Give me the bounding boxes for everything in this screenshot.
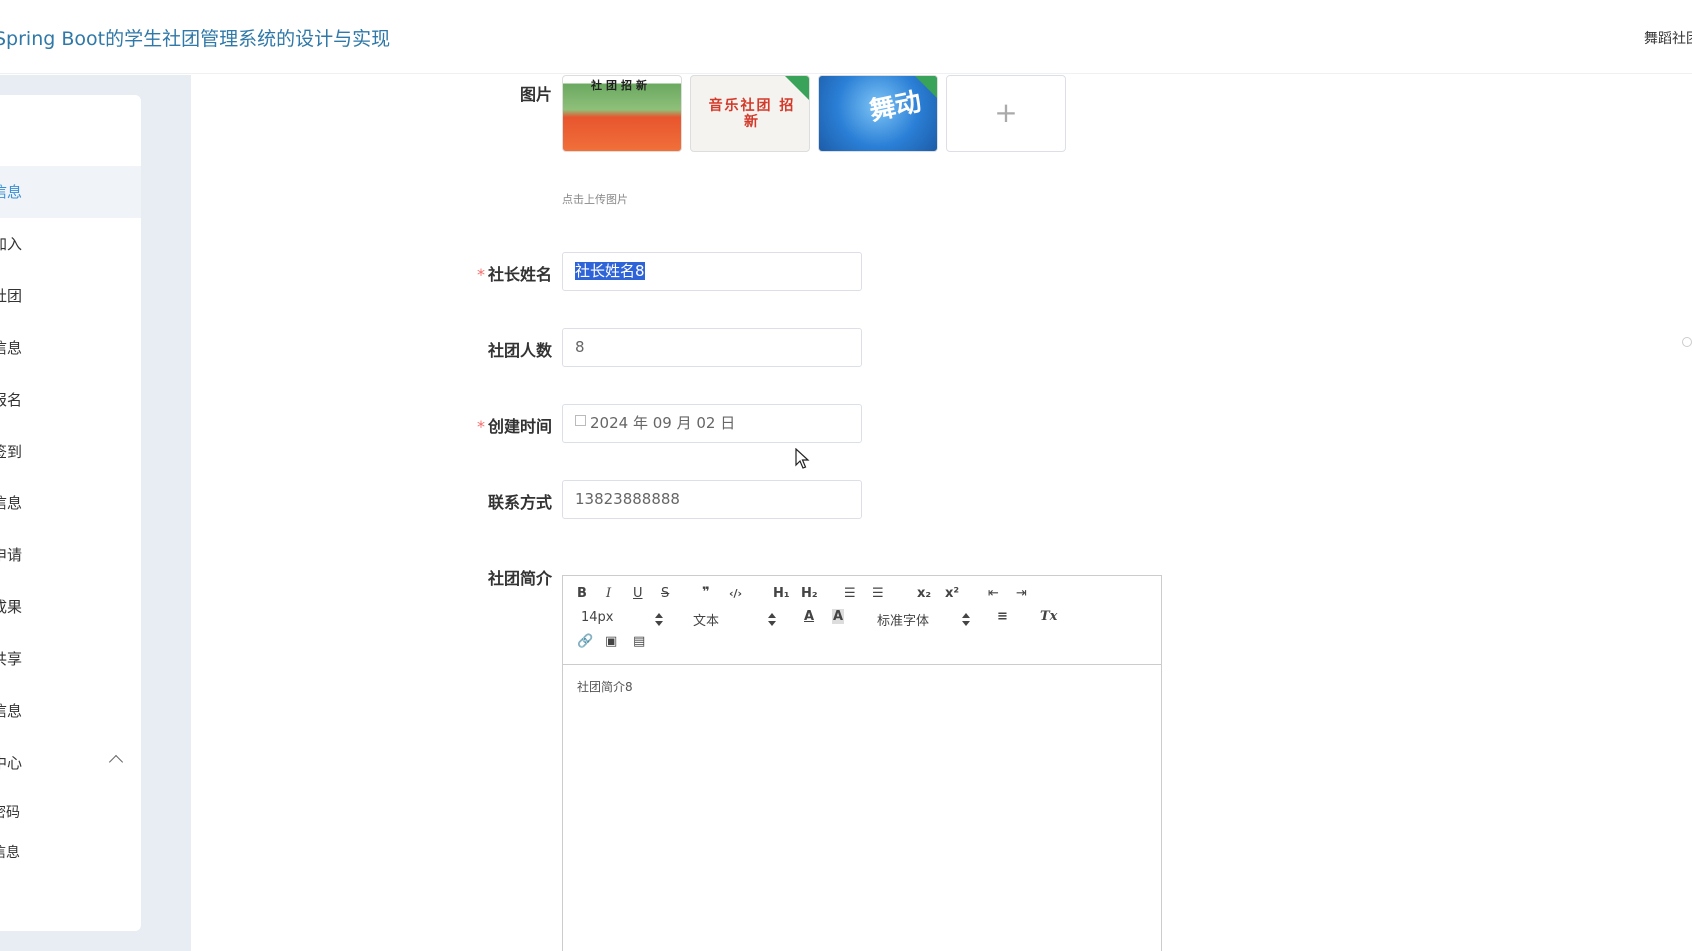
editor-toolbar: B I U S ❞ ‹/› H₁ H₂ ☰ ☰ x₂ x² ⇤ ⇥ 14px 文… bbox=[563, 576, 1161, 665]
mouse-cursor-icon bbox=[795, 448, 810, 469]
image-corner-badge bbox=[785, 76, 809, 100]
editor-content[interactable]: 社团简介8 bbox=[577, 678, 633, 695]
font-size-arrows-icon bbox=[655, 613, 663, 627]
text-color-button[interactable]: A bbox=[804, 609, 814, 624]
contact-input[interactable]: 13823888888 bbox=[562, 480, 862, 519]
clean-format-button[interactable]: Tx bbox=[1040, 609, 1057, 624]
created-date-picker[interactable]: 2024 年 09 月 02 日 bbox=[562, 404, 862, 443]
italic-button[interactable]: I bbox=[606, 586, 611, 601]
sidebar-item-signup[interactable]: 报名 bbox=[0, 374, 141, 426]
sidebar-subitem-profile[interactable]: 信息 bbox=[0, 827, 141, 879]
scroll-indicator-icon bbox=[1682, 337, 1692, 347]
sidebar-item-club[interactable]: 社团 bbox=[0, 270, 141, 322]
sidebar-item-share[interactable]: 共享 bbox=[0, 633, 141, 685]
app-title: Spring Boot的学生社团管理系统的设计与实现 bbox=[0, 28, 391, 50]
leader-name-label: * 社长姓名 bbox=[382, 261, 552, 285]
header2-button[interactable]: H₂ bbox=[801, 586, 818, 601]
uploaded-image-3[interactable]: 舞动 bbox=[818, 75, 938, 152]
created-date-label: * 创建时间 bbox=[382, 413, 552, 437]
sidebar: 信息 加入 社团 信息 报名 签到 信息 申请 成果 共享 信息 中心 密码 信… bbox=[0, 95, 141, 931]
intro-label: 社团简介 bbox=[487, 569, 552, 588]
created-date-value: 2024 年 09 月 02 日 bbox=[590, 414, 736, 432]
sidebar-item-club-info[interactable]: 信息 bbox=[0, 322, 141, 374]
bullet-list-button[interactable]: ☰ bbox=[872, 586, 884, 601]
blockquote-button[interactable]: ❞ bbox=[702, 585, 710, 600]
sidebar-item-activity-info[interactable]: 信息 bbox=[0, 477, 141, 529]
member-count-input[interactable]: 8 bbox=[562, 328, 862, 367]
underline-button[interactable]: U bbox=[633, 586, 643, 601]
image-button[interactable]: ▣ bbox=[605, 634, 617, 649]
plus-icon: + bbox=[994, 96, 1018, 129]
current-user-label[interactable]: 舞蹈社团 bbox=[1644, 28, 1692, 48]
sidebar-item-info[interactable]: 信息 bbox=[0, 166, 141, 218]
bold-button[interactable]: B bbox=[577, 586, 587, 601]
rich-text-editor: B I U S ❞ ‹/› H₁ H₂ ☰ ☰ x₂ x² ⇤ ⇥ 14px 文… bbox=[562, 575, 1162, 951]
member-count-label: 社团人数 bbox=[487, 341, 552, 360]
image-3-caption: 舞动 bbox=[866, 86, 925, 128]
selected-text: 社长姓名8 bbox=[575, 262, 645, 280]
header1-button[interactable]: H₁ bbox=[773, 586, 790, 601]
leader-name-label-text: 社长姓名 bbox=[487, 265, 552, 284]
leader-name-input[interactable]: 社长姓名8 bbox=[562, 252, 862, 291]
uploaded-image-2[interactable]: 音乐社团 招新 bbox=[690, 75, 810, 152]
image-1-caption: 社团招新 bbox=[591, 79, 651, 92]
upload-hint: 点击上传图片 bbox=[562, 193, 628, 206]
image-2-caption: 音乐社团 招新 bbox=[708, 98, 796, 130]
link-button[interactable]: 🔗 bbox=[577, 634, 593, 649]
sidebar-item-join[interactable]: 加入 bbox=[0, 218, 141, 270]
upload-image-button[interactable]: + bbox=[946, 75, 1066, 152]
created-date-label-text: 创建时间 bbox=[487, 417, 552, 436]
sidebar-item-notice[interactable]: 信息 bbox=[0, 685, 141, 737]
code-block-button[interactable]: ‹/› bbox=[729, 587, 742, 600]
indent-button[interactable]: ⇥ bbox=[1016, 586, 1027, 601]
uploaded-image-1[interactable]: 社团招新 bbox=[562, 75, 682, 152]
chevron-up-icon bbox=[108, 754, 124, 770]
header-select[interactable]: 文本 bbox=[693, 610, 719, 629]
main-content: 图片 社团招新 音乐社团 招新 舞动 + 点击上传图片 * 社长姓名 社长姓名8 … bbox=[191, 75, 1692, 951]
outdent-button[interactable]: ⇤ bbox=[988, 586, 999, 601]
sidebar-item-checkin[interactable]: 签到 bbox=[0, 426, 141, 478]
font-family-select[interactable]: 标准字体 bbox=[877, 610, 929, 629]
sidebar-item-application[interactable]: 申请 bbox=[0, 529, 141, 581]
ordered-list-button[interactable]: ☰ bbox=[844, 586, 856, 601]
video-button[interactable]: ▤ bbox=[633, 634, 645, 649]
font-size-select[interactable]: 14px bbox=[581, 610, 614, 625]
sidebar-item-achievement[interactable]: 成果 bbox=[0, 581, 141, 633]
required-mark: * bbox=[476, 417, 485, 436]
strike-button[interactable]: S bbox=[661, 586, 669, 601]
font-family-arrows-icon bbox=[962, 613, 970, 627]
calendar-icon bbox=[575, 415, 586, 426]
background-color-button[interactable]: A bbox=[832, 609, 845, 624]
sidebar-item-personal-center[interactable]: 中心 bbox=[0, 737, 141, 789]
align-button[interactable]: ≡ bbox=[997, 609, 1008, 624]
top-bar: Spring Boot的学生社团管理系统的设计与实现 舞蹈社团 bbox=[0, 0, 1692, 74]
superscript-button[interactable]: x² bbox=[945, 586, 959, 601]
required-mark: * bbox=[476, 265, 485, 284]
image-label: 图片 bbox=[519, 85, 552, 104]
contact-label: 联系方式 bbox=[487, 493, 552, 512]
subscript-button[interactable]: x₂ bbox=[917, 586, 931, 601]
header-arrows-icon bbox=[768, 613, 776, 627]
